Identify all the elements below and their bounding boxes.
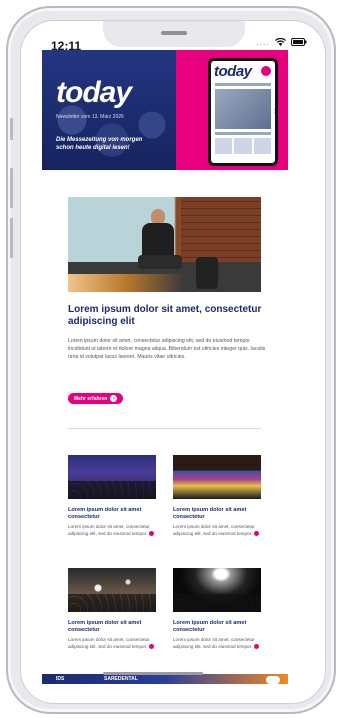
wifi-icon xyxy=(275,38,286,46)
arrow-right-icon[interactable] xyxy=(254,531,260,537)
card-text: Lorem ipsum dolor sit amet, consectetur … xyxy=(68,637,156,651)
signal-icon: .... xyxy=(255,37,270,47)
arrow-right-icon: › xyxy=(110,395,118,402)
more-info-button-label: Mehr erfahren xyxy=(74,395,108,402)
newsletter-date: Newsletter vom 13. März 2026 xyxy=(56,114,124,120)
arrow-right-icon[interactable] xyxy=(149,644,155,650)
article-card-4[interactable]: Lorem ipsum dolor sit amet consectetur L… xyxy=(173,568,261,651)
card-title: Lorem ipsum dolor sit amet consectetur xyxy=(68,507,142,520)
notch xyxy=(103,21,245,47)
newsletter-email: today Newsletter vom 13. März 2026 Die M… xyxy=(42,50,288,684)
today-logo: today xyxy=(56,76,132,109)
more-info-button[interactable]: Mehr erfahren › xyxy=(68,393,124,404)
footer-sponsor-label: SAREDENTAL xyxy=(104,676,138,682)
magazine-headline-line xyxy=(215,83,271,86)
newsletter-header: today Newsletter vom 13. März 2026 Die M… xyxy=(42,50,288,170)
magazine-grid xyxy=(215,138,271,154)
card-image-party xyxy=(68,568,156,612)
footer-ids-label: IDS xyxy=(56,676,65,682)
speaker xyxy=(161,31,187,35)
footer-pill xyxy=(266,676,280,684)
mute-switch xyxy=(10,118,13,140)
volume-down-button xyxy=(10,218,13,258)
home-indicator[interactable] xyxy=(103,672,203,675)
arrow-right-icon[interactable] xyxy=(254,644,260,650)
card-text: Lorem ipsum dolor sit amet, consectetur … xyxy=(173,524,261,538)
battery-icon xyxy=(291,38,307,46)
article-card-3[interactable]: Lorem ipsum dolor sit amet consectetur L… xyxy=(68,568,156,651)
status-icons: .... xyxy=(256,37,307,47)
magazine-tablet-preview[interactable]: today xyxy=(208,58,278,166)
hero-speaker-person xyxy=(138,209,182,281)
section-divider xyxy=(68,428,261,429)
arrow-right-icon[interactable] xyxy=(149,531,155,537)
hero-stool xyxy=(196,257,218,289)
header-tagline: Die Messezeitung von morgen schon heute … xyxy=(56,137,143,151)
card-title: Lorem ipsum dolor sit amet consectetur xyxy=(68,620,142,633)
hero-image xyxy=(68,197,261,292)
magazine-photo xyxy=(215,89,271,129)
card-text: Lorem ipsum dolor sit amet, consectetur … xyxy=(68,524,156,538)
footer-banner[interactable]: IDS SAREDENTAL xyxy=(42,674,288,684)
volume-up-button xyxy=(10,168,13,208)
article-body: Lorem ipsum dolor sit amet, consectetur … xyxy=(68,338,266,361)
article-title: Lorem ipsum dolor sit amet, consectetur … xyxy=(68,304,262,327)
card-image-audience xyxy=(68,455,156,499)
card-image-hall xyxy=(173,455,261,499)
article-card-1[interactable]: Lorem ipsum dolor sit amet consectetur L… xyxy=(68,455,156,538)
chevron-right-icon[interactable]: › xyxy=(274,106,277,115)
magazine-badge xyxy=(261,66,271,76)
card-title: Lorem ipsum dolor sit amet consectetur xyxy=(173,507,247,520)
article-card-2[interactable]: Lorem ipsum dolor sit amet consectetur L… xyxy=(173,455,261,538)
card-title: Lorem ipsum dolor sit amet consectetur xyxy=(173,620,247,633)
card-image-concert xyxy=(173,568,261,612)
magazine-text-line xyxy=(215,132,271,135)
card-text: Lorem ipsum dolor sit amet, consectetur … xyxy=(173,637,261,651)
